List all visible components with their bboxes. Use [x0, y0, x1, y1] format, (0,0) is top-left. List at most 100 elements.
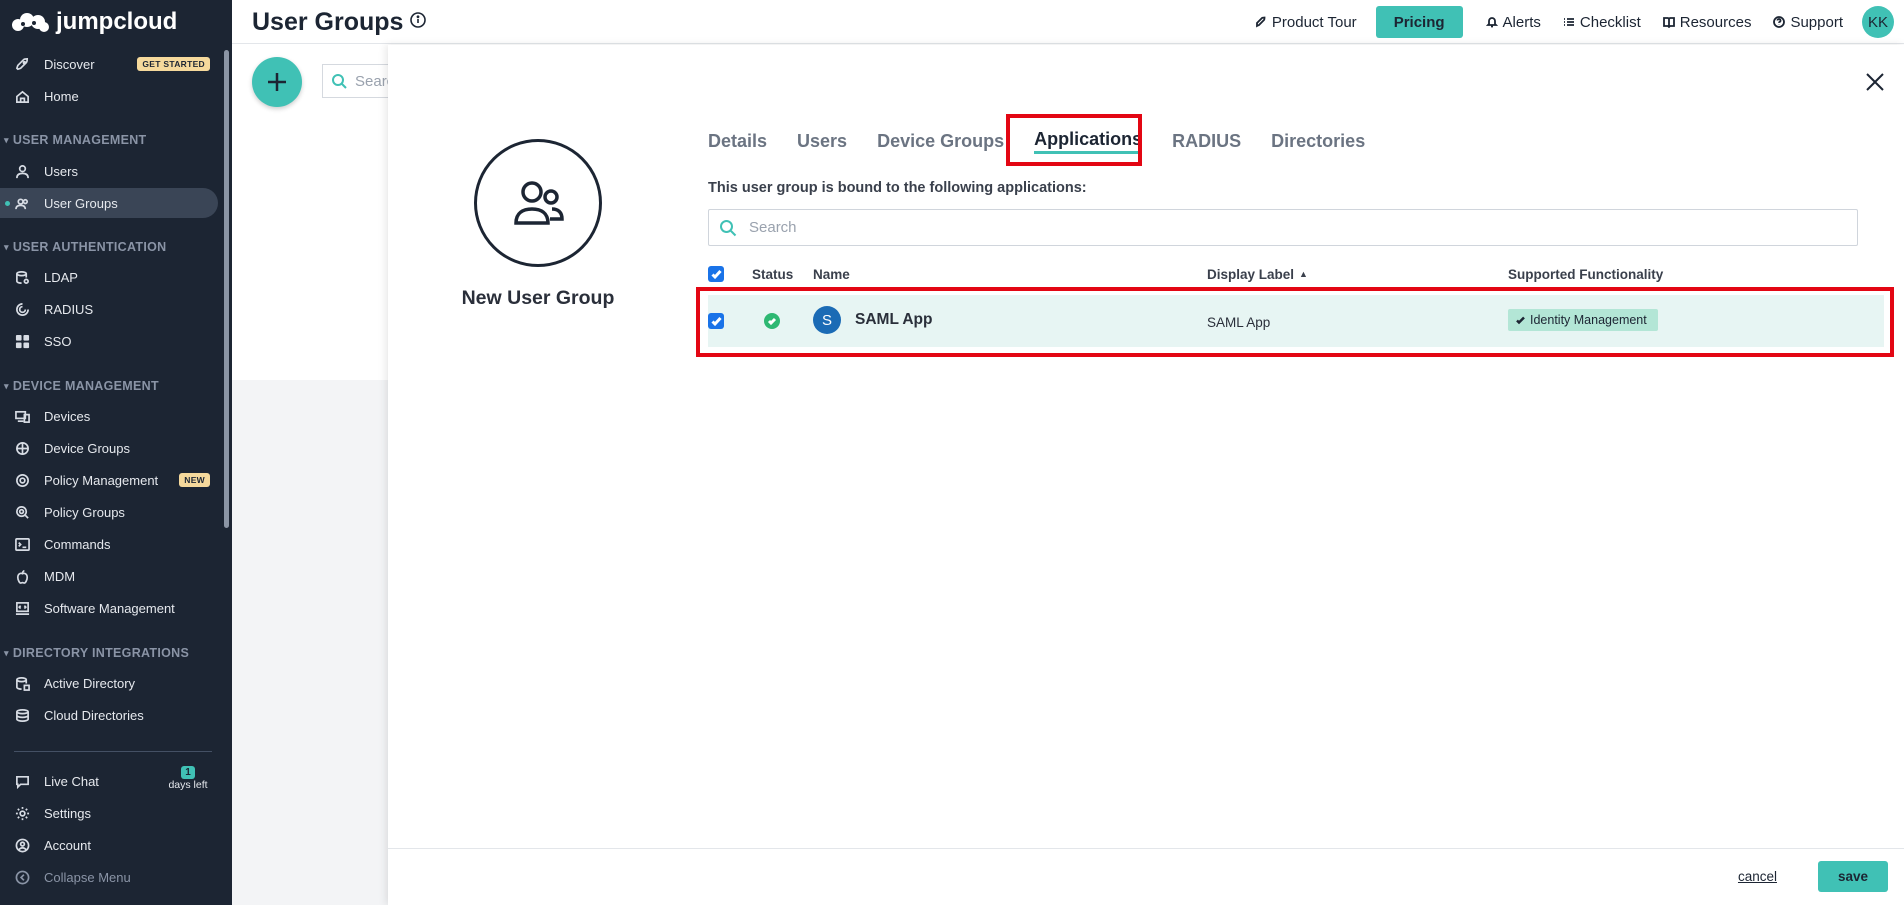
app-name[interactable]: SAML App: [855, 311, 933, 329]
sidebar-item-label: LDAP: [44, 269, 78, 285]
functionality-badge: Identity Management: [1508, 309, 1658, 331]
select-all-checkbox[interactable]: [708, 266, 724, 282]
sidebar-item-devices[interactable]: Devices: [0, 401, 218, 431]
book-icon: [1662, 17, 1675, 28]
brand-name: jumpcloud: [56, 8, 178, 35]
account-icon: [14, 837, 30, 853]
save-button[interactable]: save: [1818, 861, 1888, 892]
cancel-button[interactable]: cancel: [1738, 869, 1777, 884]
resources-link[interactable]: Resources: [1652, 14, 1763, 31]
policy-icon: [14, 472, 30, 488]
top-actions: Product Tour Pricing Alerts Checklist Re…: [1244, 0, 1904, 44]
sidebar-item-label: Commands: [44, 536, 111, 552]
check-icon: [710, 269, 722, 279]
sidebar-item-label: Active Directory: [44, 675, 136, 691]
tab-users[interactable]: Users: [797, 121, 847, 161]
user-avatar[interactable]: KK: [1862, 6, 1894, 38]
tab-applications[interactable]: Applications: [1034, 121, 1143, 161]
section-device-management[interactable]: ▾ DEVICE MANAGEMENT: [4, 379, 159, 393]
trial-text: days left: [168, 779, 208, 791]
tab-device-groups[interactable]: Device Groups: [877, 121, 1004, 161]
chevron-down-icon: ▾: [4, 241, 9, 252]
chevron-down-icon: ▾: [4, 380, 9, 391]
group-name: New User Group: [461, 287, 615, 309]
user-icon: [14, 163, 30, 179]
alerts-link[interactable]: Alerts: [1475, 14, 1552, 31]
app-display-label: SAML App: [1207, 315, 1271, 330]
background-search-input[interactable]: Search: [322, 64, 392, 98]
sidebar-item-settings[interactable]: Settings: [0, 798, 218, 828]
sidebar-item-label: Discover: [44, 56, 95, 72]
sidebar-item-device-groups[interactable]: Device Groups: [0, 433, 218, 463]
device-groups-icon: [14, 440, 30, 456]
help-icon: [1773, 16, 1786, 28]
section-user-management[interactable]: ▾ USER MANAGEMENT: [4, 133, 147, 147]
add-group-button[interactable]: [252, 57, 302, 107]
search-icon: [332, 74, 347, 89]
trial-days-left[interactable]: 1 days left: [160, 766, 216, 791]
close-drawer-button[interactable]: [1864, 71, 1888, 95]
section-directory-integrations[interactable]: ▾ DIRECTORY INTEGRATIONS: [4, 646, 189, 660]
sidebar-item-label: Cloud Directories: [44, 707, 144, 723]
tab-details[interactable]: Details: [708, 121, 767, 161]
cloud-directories-icon: [14, 707, 30, 723]
plus-icon: [268, 73, 286, 91]
table-row[interactable]: S SAML App SAML App Identity Management: [708, 295, 1884, 347]
sidebar-item-policy-management[interactable]: Policy Management NEW: [0, 465, 218, 495]
bound-description: This user group is bound to the followin…: [708, 180, 1087, 196]
pricing-button[interactable]: Pricing: [1375, 6, 1463, 38]
info-icon[interactable]: [410, 12, 426, 28]
column-header-functionality[interactable]: Supported Functionality: [1508, 267, 1663, 282]
tab-directories[interactable]: Directories: [1271, 121, 1365, 161]
sidebar-item-users[interactable]: Users: [0, 156, 218, 186]
bell-icon: [1485, 17, 1498, 28]
column-header-name[interactable]: Name: [813, 267, 850, 282]
cloud-logo-icon: [12, 13, 49, 32]
check-icon: [1516, 316, 1525, 324]
sidebar-item-mdm[interactable]: MDM: [0, 561, 218, 591]
sidebar-item-discover[interactable]: Discover GET STARTED: [0, 49, 218, 79]
product-tour-link[interactable]: Product Tour: [1244, 14, 1368, 31]
sidebar-item-software-management[interactable]: Software Management: [0, 593, 218, 623]
sort-ascending-icon: ▲: [1299, 269, 1308, 279]
tab-radius[interactable]: RADIUS: [1172, 121, 1241, 161]
new-badge: NEW: [179, 473, 210, 487]
status-ok-icon: [764, 313, 780, 329]
home-icon: [14, 88, 30, 104]
sidebar-item-account[interactable]: Account: [0, 830, 218, 860]
sidebar-item-label: MDM: [44, 568, 76, 584]
checklist-link[interactable]: Checklist: [1552, 14, 1652, 31]
list-icon: [1563, 18, 1574, 26]
sidebar-item-label: Live Chat: [44, 773, 99, 789]
sidebar-item-label: Account: [44, 837, 91, 853]
jumpcloud-logo[interactable]: jumpcloud: [0, 0, 232, 44]
sidebar-item-cloud-directories[interactable]: Cloud Directories: [0, 700, 218, 730]
column-header-status[interactable]: Status: [752, 267, 793, 282]
sidebar-item-label: SSO: [44, 333, 72, 349]
sidebar-item-radius[interactable]: RADIUS: [0, 294, 218, 324]
chat-icon: [14, 773, 30, 789]
rocket-icon: [14, 56, 30, 72]
sidebar-item-label: Software Management: [44, 600, 175, 616]
support-link[interactable]: Support: [1762, 14, 1854, 31]
check-icon: [710, 316, 722, 326]
applications-search-input[interactable]: [749, 219, 1749, 236]
close-icon: [1866, 73, 1884, 91]
section-user-authentication[interactable]: ▾ USER AUTHENTICATION: [4, 240, 166, 254]
sidebar-item-ldap[interactable]: LDAP: [0, 262, 218, 292]
apple-icon: [14, 568, 30, 584]
software-icon: [14, 600, 30, 616]
group-avatar: [474, 139, 602, 267]
sidebar-item-sso[interactable]: SSO: [0, 326, 218, 356]
sidebar-item-home[interactable]: Home: [0, 81, 218, 111]
sidebar-scrollbar[interactable]: [224, 50, 229, 528]
sidebar-item-policy-groups[interactable]: Policy Groups: [0, 497, 218, 527]
sidebar-item-label: RADIUS: [44, 301, 94, 317]
applications-search[interactable]: [708, 209, 1858, 246]
row-checkbox[interactable]: [708, 313, 724, 329]
sidebar-item-commands[interactable]: Commands: [0, 529, 218, 559]
column-header-display-label[interactable]: Display Label ▲: [1207, 267, 1308, 282]
sidebar-item-user-groups[interactable]: User Groups: [0, 188, 218, 218]
sidebar-item-collapse-menu[interactable]: Collapse Menu: [0, 862, 218, 892]
sidebar-item-active-directory[interactable]: Active Directory: [0, 668, 218, 698]
